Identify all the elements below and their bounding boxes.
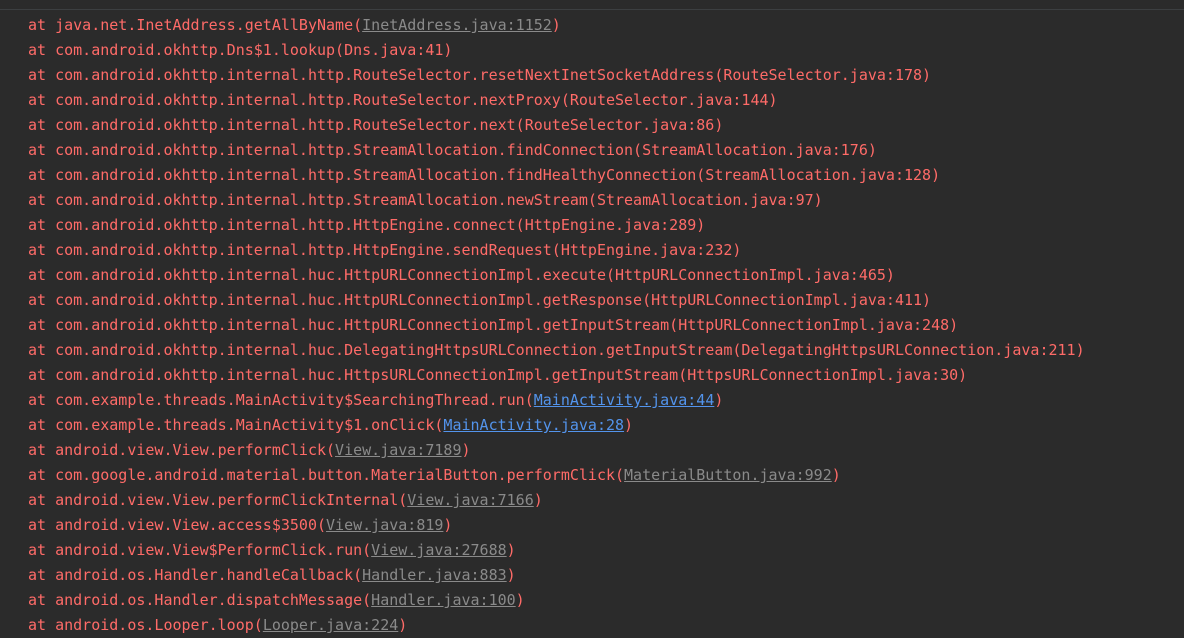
stack-frame-text: at android.view.View.performClickInterna…	[28, 491, 408, 509]
stack-trace-line: at com.android.okhttp.internal.http.Stre…	[0, 163, 1184, 188]
console-output-panel[interactable]: at java.net.Inet6AddressImpl.lookupAllHo…	[0, 0, 1184, 638]
stack-frame-text: at com.google.android.material.button.Ma…	[28, 466, 625, 484]
stack-frame-text: at android.os.Looper.loop(	[28, 616, 263, 634]
library-source-link[interactable]: Handler.java:100	[371, 591, 516, 609]
library-source-link[interactable]: Handler.java:883	[362, 566, 507, 584]
stack-trace-line: at com.android.okhttp.internal.http.Rout…	[0, 113, 1184, 138]
closing-paren: )	[461, 441, 471, 459]
stack-trace-line: at android.os.Handler.handleCallback(Han…	[0, 563, 1184, 588]
stack-frame-text: at android.os.Handler.handleCallback(	[28, 566, 363, 584]
stack-trace-line: at com.android.okhttp.internal.http.Rout…	[0, 88, 1184, 113]
stack-trace-line: at com.android.okhttp.internal.http.Rout…	[0, 63, 1184, 88]
project-source-link[interactable]: MainActivity.java:28	[443, 416, 624, 434]
stack-frame-text: at com.android.okhttp.internal.http.Stre…	[28, 166, 941, 184]
stack-trace-line: at android.view.View.performClick(View.j…	[0, 438, 1184, 463]
library-source-link[interactable]: MaterialButton.java:992	[624, 466, 832, 484]
library-source-link[interactable]: View.java:7166	[407, 491, 533, 509]
stack-trace-line: at com.android.okhttp.internal.http.Http…	[0, 238, 1184, 263]
closing-paren: )	[506, 566, 516, 584]
stack-trace-line: at android.view.View.access$3500(View.ja…	[0, 513, 1184, 538]
stack-frame-text: at com.android.okhttp.internal.huc.Deleg…	[28, 341, 1085, 359]
stack-trace-line: at com.android.okhttp.internal.http.Http…	[0, 213, 1184, 238]
closing-paren: )	[714, 391, 724, 409]
stack-frame-text: at com.android.okhttp.internal.huc.HttpU…	[28, 316, 959, 334]
stack-frame-text: at com.android.okhttp.internal.http.Http…	[28, 216, 706, 234]
library-source-link[interactable]: View.java:819	[326, 516, 443, 534]
stack-trace-line: at android.view.View.performClickInterna…	[0, 488, 1184, 513]
stack-frame-text: at android.view.View$PerformClick.run(	[28, 541, 372, 559]
stack-frame-text: at com.android.okhttp.internal.huc.Https…	[28, 366, 968, 384]
library-source-link[interactable]: View.java:7189	[335, 441, 461, 459]
stack-frame-text: at com.android.okhttp.internal.http.Rout…	[28, 66, 932, 84]
stack-trace-line: at com.android.okhttp.internal.http.Stre…	[0, 138, 1184, 163]
closing-paren: )	[624, 416, 634, 434]
stack-frame-text: at com.android.okhttp.internal.http.Stre…	[28, 191, 823, 209]
stack-frame-text: at android.view.View.access$3500(	[28, 516, 327, 534]
closing-paren: )	[443, 516, 453, 534]
closing-paren: )	[506, 541, 516, 559]
stack-trace-line: at android.os.Looper.loop(Looper.java:22…	[0, 613, 1184, 638]
closing-paren: )	[515, 591, 525, 609]
stack-frame-text: at com.example.threads.MainActivity$1.on…	[28, 416, 444, 434]
closing-paren: )	[551, 16, 561, 34]
stack-frame-text: at com.android.okhttp.internal.huc.HttpU…	[28, 266, 895, 284]
stack-trace-line: at com.android.okhttp.Dns$1.lookup(Dns.j…	[0, 38, 1184, 63]
panel-top-border	[0, 0, 1184, 10]
stack-frame-text: at com.android.okhttp.internal.http.Rout…	[28, 91, 778, 109]
stack-trace-lines: at java.net.Inet6AddressImpl.lookupAllHo…	[0, 0, 1184, 638]
stack-frame-text: at com.android.okhttp.internal.http.Rout…	[28, 116, 724, 134]
library-source-link[interactable]: Looper.java:224	[263, 616, 398, 634]
stack-frame-text: at android.os.Handler.dispatchMessage(	[28, 591, 372, 609]
stack-frame-text: at com.example.threads.MainActivity$Sear…	[28, 391, 534, 409]
stack-frame-text: at java.net.InetAddress.getAllByName(	[28, 16, 363, 34]
stack-trace-line: at com.example.threads.MainActivity$1.on…	[0, 413, 1184, 438]
library-source-link[interactable]: InetAddress.java:1152	[362, 16, 552, 34]
stack-trace-line: at java.net.InetAddress.getAllByName(Ine…	[0, 13, 1184, 38]
stack-trace-line: at com.android.okhttp.internal.huc.HttpU…	[0, 288, 1184, 313]
stack-trace-line: at com.android.okhttp.internal.huc.Deleg…	[0, 338, 1184, 363]
library-source-link[interactable]: View.java:27688	[371, 541, 506, 559]
stack-frame-text: at com.android.okhttp.internal.http.Http…	[28, 241, 742, 259]
closing-paren: )	[398, 616, 408, 634]
stack-trace-line: at com.android.okhttp.internal.huc.HttpU…	[0, 313, 1184, 338]
stack-trace-line: at com.android.okhttp.internal.huc.Https…	[0, 363, 1184, 388]
stack-trace-line: at com.android.okhttp.internal.http.Stre…	[0, 188, 1184, 213]
stack-trace-line: at com.example.threads.MainActivity$Sear…	[0, 388, 1184, 413]
stack-frame-text: at android.view.View.performClick(	[28, 441, 336, 459]
project-source-link[interactable]: MainActivity.java:44	[534, 391, 715, 409]
stack-trace-line: at com.android.okhttp.internal.huc.HttpU…	[0, 263, 1184, 288]
stack-trace-line: at android.os.Handler.dispatchMessage(Ha…	[0, 588, 1184, 613]
stack-trace-line: at com.google.android.material.button.Ma…	[0, 463, 1184, 488]
stack-frame-text: at com.android.okhttp.internal.http.Stre…	[28, 141, 877, 159]
stack-trace-line: at android.view.View$PerformClick.run(Vi…	[0, 538, 1184, 563]
stack-frame-text: at com.android.okhttp.Dns$1.lookup(Dns.j…	[28, 41, 453, 59]
stack-frame-text: at com.android.okhttp.internal.huc.HttpU…	[28, 291, 932, 309]
closing-paren: )	[533, 491, 543, 509]
closing-paren: )	[831, 466, 841, 484]
